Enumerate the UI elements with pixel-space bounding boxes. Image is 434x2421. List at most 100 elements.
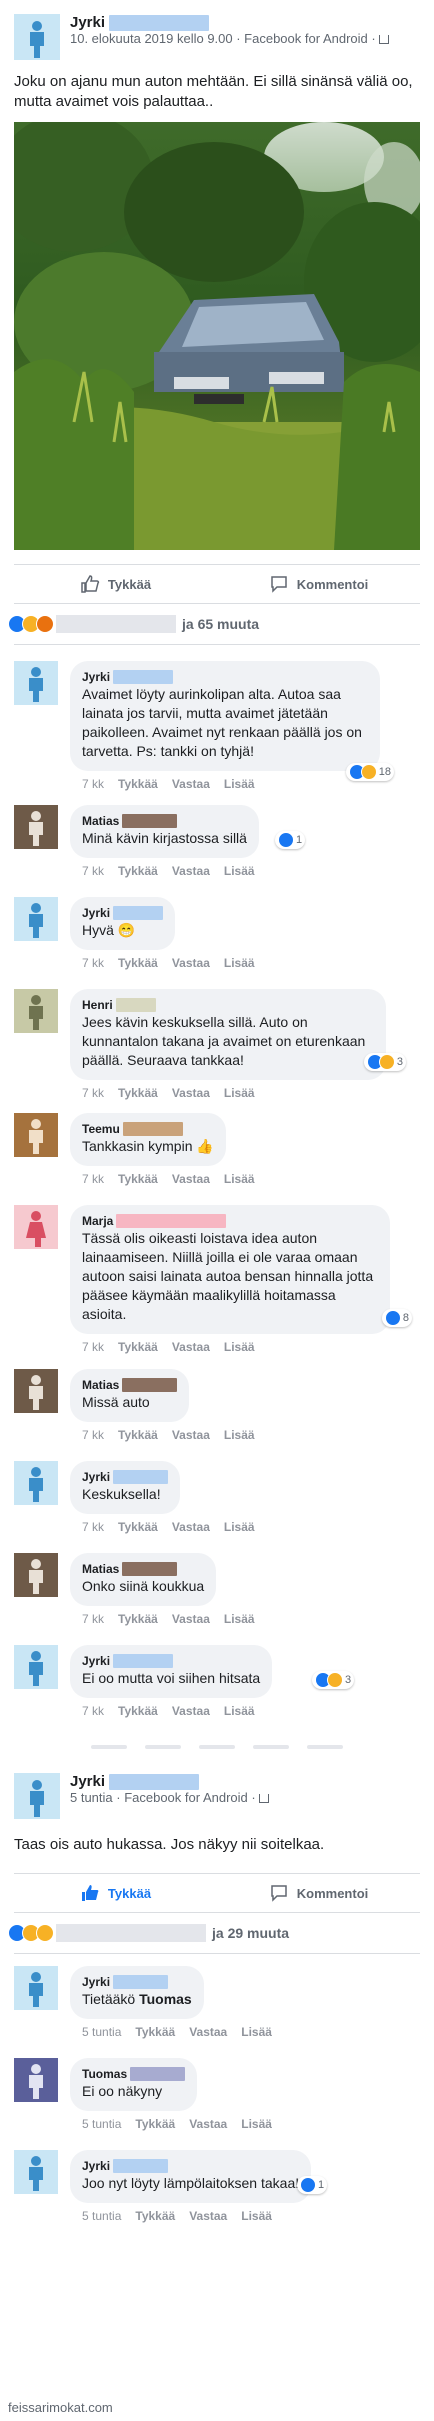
comment-text: Onko siinä koukkua	[82, 1578, 205, 1594]
avatar[interactable]	[14, 2150, 58, 2194]
wow-reaction-icon	[36, 1924, 54, 1942]
avatar[interactable]	[14, 661, 58, 705]
avatar[interactable]	[14, 14, 60, 60]
comment-actions: 7 kk Tykkää Vastaa Lisää	[82, 1612, 255, 1626]
comment-reactions[interactable]: 8	[381, 1309, 412, 1327]
redacted-name	[130, 2067, 186, 2081]
comment-text: Missä auto	[82, 1394, 150, 1410]
comment-author[interactable]: Jyrki	[82, 1469, 110, 1485]
avatar[interactable]	[14, 1205, 58, 1249]
comment-author[interactable]: Jyrki	[82, 1974, 110, 1990]
comment-time[interactable]: 7 kk	[82, 777, 104, 791]
avatar[interactable]	[14, 805, 58, 849]
avatar[interactable]	[14, 1966, 58, 2010]
comment-reactions[interactable]: 18	[345, 763, 394, 781]
like-button[interactable]: Tykkää	[14, 1874, 217, 1912]
comment-reply-button[interactable]: Vastaa	[172, 777, 210, 791]
comment-bubble: Matias Onko siinä koukkua	[70, 1553, 217, 1606]
comment-text: Hyvä 😁	[82, 922, 136, 938]
comment-button[interactable]: Kommentoi	[217, 565, 420, 603]
comment-bubble: Tuomas Ei oo näkyny	[70, 2058, 198, 2111]
redacted-name	[116, 1214, 227, 1228]
comment-more-button[interactable]: Lisää	[224, 777, 255, 791]
mention-link[interactable]: Tuomas	[139, 1991, 192, 2007]
thumbs-up-icon	[81, 1885, 99, 1901]
comment-bubble: Jyrki Joo nyt löyty lämpölaitoksen takaa…	[70, 2150, 312, 2203]
avatar[interactable]	[14, 1113, 58, 1157]
avatar[interactable]	[14, 1461, 58, 1505]
comment-actions: 5 tuntia Tykkää Vastaa Lisää	[82, 2117, 272, 2131]
comment-text: Joo nyt löyty lämpölaitoksen takaa!	[82, 2175, 300, 2191]
comment: Jyrki Hyvä 😁 7 kk Tykkää Vastaa Lisää	[0, 897, 434, 977]
comment-label: Kommentoi	[296, 576, 369, 592]
comment-text: Tankkasin kympin 👍	[82, 1138, 214, 1154]
comment-text: Keskuksella!	[82, 1486, 161, 1502]
comment-author[interactable]: Jyrki	[82, 905, 110, 921]
comment-text: Minä kävin kirjastossa sillä	[82, 830, 247, 846]
comment-reactions[interactable]: 3	[312, 1671, 355, 1689]
post-action-bar: Tykkää Kommentoi	[14, 564, 420, 604]
avatar[interactable]	[14, 1645, 58, 1689]
reactions-count: ja 65 muuta	[182, 616, 260, 632]
comment: Jyrki Tietääkö Tuomas 5 tuntia Tykkää Va…	[0, 1966, 434, 2046]
comment-bubble: Matias Missä auto	[70, 1369, 190, 1422]
like-button[interactable]: Tykkää	[14, 565, 217, 603]
comment-author[interactable]: Henri	[82, 997, 113, 1013]
comment-list-2: Jyrki Tietääkö Tuomas 5 tuntia Tykkää Va…	[0, 1966, 434, 2230]
redacted-name	[109, 1773, 200, 1790]
comment-reactions[interactable]: 1	[297, 2176, 328, 2194]
comment-text: Ei oo mutta voi siihen hitsata	[82, 1670, 261, 1686]
avatar[interactable]	[14, 989, 58, 1033]
comment-author[interactable]: Jyrki	[82, 2158, 110, 2174]
post-photo[interactable]	[14, 122, 420, 550]
comment-author[interactable]: Matias	[82, 1377, 119, 1393]
comment-author[interactable]: Marja	[82, 1213, 113, 1229]
redacted-name	[122, 1562, 178, 1576]
redacted-name	[122, 1122, 183, 1136]
redacted-name	[122, 814, 178, 828]
post-1: Jyrki 10. elokuuta 2019 kello 9.00 · Fac…	[0, 0, 434, 112]
comment-reactions[interactable]: 3	[363, 1053, 406, 1071]
comment-author[interactable]: Jyrki	[82, 1653, 110, 1669]
comment-author[interactable]: Jyrki	[82, 669, 110, 685]
comment: Marja Tässä olis oikeasti loistava idea …	[0, 1205, 434, 1357]
comment-text: Jees kävin keskuksella sillä. Auto on ku…	[82, 1014, 366, 1068]
comment-bubble: Jyrki Tietääkö Tuomas	[70, 1966, 204, 2019]
redacted-name	[113, 670, 174, 684]
comment-bubble: Jyrki Avaimet löyty aurinkolipan alta. A…	[70, 661, 380, 771]
comment-author[interactable]: Tuomas	[82, 2066, 127, 2082]
avatar[interactable]	[14, 1773, 60, 1819]
comment-icon	[271, 1885, 287, 1902]
post-text: Joku on ajanu mun auton mehtään. Ei sill…	[14, 73, 413, 110]
comment: Matias Onko siinä koukkua 7 kk Tykkää Va…	[0, 1553, 434, 1633]
comment-button[interactable]: Kommentoi	[217, 1874, 420, 1912]
comment-actions: 7 kk Tykkää Vastaa Lisää	[82, 1172, 255, 1186]
comment-bubble: Jyrki Ei oo mutta voi siihen hitsata	[70, 1645, 273, 1698]
angry-reaction-icon	[36, 615, 54, 633]
avatar[interactable]	[14, 1553, 58, 1597]
redacted-names	[56, 615, 176, 633]
post-author[interactable]: Jyrki	[70, 14, 105, 31]
redacted-name	[122, 1378, 178, 1392]
reactions-summary[interactable]: ja 29 muuta	[8, 1913, 426, 1953]
friends-icon	[259, 1794, 270, 1803]
comment-actions: 5 tuntia Tykkää Vastaa Lisää	[82, 2025, 272, 2039]
reactions-summary[interactable]: ja 65 muuta	[8, 604, 426, 644]
comment: Jyrki Joo nyt löyty lämpölaitoksen takaa…	[0, 2150, 434, 2230]
friends-icon	[379, 35, 390, 44]
avatar[interactable]	[14, 2058, 58, 2102]
comment-author[interactable]: Matias	[82, 813, 119, 829]
redacted-name	[113, 1654, 174, 1668]
comment: Teemu Tankkasin kympin 👍 7 kk Tykkää Vas…	[0, 1113, 434, 1193]
comment-reactions[interactable]: 1	[275, 831, 306, 849]
comment: Matias Minä kävin kirjastossa sillä 1 7 …	[0, 805, 434, 885]
avatar[interactable]	[14, 1369, 58, 1413]
comment-bubble: Teemu Tankkasin kympin 👍	[70, 1113, 226, 1166]
comment-author[interactable]: Matias	[82, 1561, 119, 1577]
comment-list-1: Jyrki Avaimet löyty aurinkolipan alta. A…	[0, 657, 434, 1725]
avatar[interactable]	[14, 897, 58, 941]
comment-actions: 7 kk Tykkää Vastaa Lisää	[82, 1704, 255, 1718]
post-author[interactable]: Jyrki	[70, 1773, 105, 1790]
comment-like-button[interactable]: Tykkää	[118, 777, 158, 791]
comment-author[interactable]: Teemu	[82, 1121, 120, 1137]
